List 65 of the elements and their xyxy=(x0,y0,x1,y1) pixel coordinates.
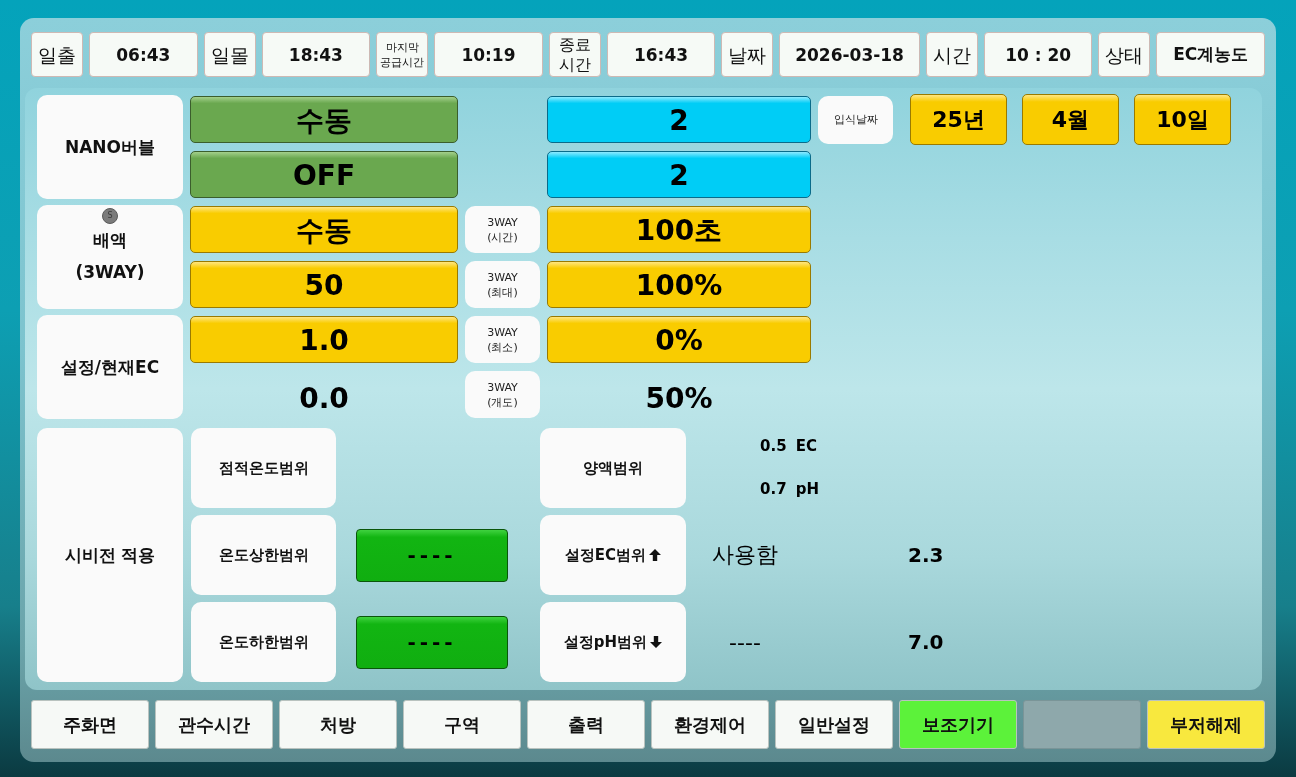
count-button[interactable]: 2 xyxy=(547,96,811,143)
date-button[interactable]: 4월 xyxy=(1022,94,1119,145)
setting-button[interactable]: 50 xyxy=(190,261,458,308)
reading-value: 0.0 xyxy=(299,381,349,416)
indicator-badge: S xyxy=(102,208,118,224)
row-label: 설정/현재EC xyxy=(37,315,183,419)
arrow-up-icon xyxy=(649,549,662,561)
setting-button[interactable]: 0% xyxy=(547,316,811,363)
range-label: 설정EC범위 xyxy=(564,545,647,565)
header-label: 시간 xyxy=(925,32,978,77)
range-label: 양액범위 xyxy=(540,428,686,508)
setting-button[interactable]: 100초 xyxy=(547,206,811,253)
reading-value: 50% xyxy=(645,381,713,416)
nav-button[interactable]: 부저해제 xyxy=(1147,700,1265,749)
tag-label: 3WAY (최대) xyxy=(465,261,540,308)
tag-label: 3WAY (시간) xyxy=(465,206,540,253)
mode-button[interactable]: 수동 xyxy=(190,96,458,143)
range-value-button[interactable]: ---- xyxy=(356,615,508,669)
header-value: 10:19 xyxy=(434,32,543,77)
nav-button[interactable]: 처방 xyxy=(279,700,397,749)
header-label: 상태 xyxy=(1098,32,1151,77)
tag-label: 3WAY (최소) xyxy=(465,316,540,363)
range-label: 설정pH범위 xyxy=(563,632,648,652)
date-button[interactable]: 10일 xyxy=(1134,94,1231,145)
header-value: 18:43 xyxy=(261,32,371,77)
tag-label: 3WAY (개도) xyxy=(465,371,540,418)
row-label: 배액 (3WAY) xyxy=(75,229,145,284)
setting-button[interactable]: 수동 xyxy=(190,206,458,253)
mode-button[interactable]: OFF xyxy=(190,151,458,198)
header-value: 2026-03-18 xyxy=(779,32,920,77)
header-value: 06:43 xyxy=(89,32,198,77)
nav-button[interactable]: 보조기기 xyxy=(899,700,1017,749)
header-label: 일몰 xyxy=(203,32,256,77)
header-label: 종료 시간 xyxy=(548,32,601,77)
date-button[interactable]: 25년 xyxy=(910,94,1007,145)
header-label: 일출 xyxy=(31,32,83,77)
nav-button[interactable]: 환경제어 xyxy=(651,700,769,749)
nav-button[interactable]: 관수시간 xyxy=(155,700,273,749)
header-value: 10 : 20 xyxy=(983,32,1093,77)
range-label: 온도상한범위 xyxy=(191,515,336,595)
nav-button[interactable]: 출력 xyxy=(527,700,645,749)
blank-nav-button[interactable] xyxy=(1023,700,1141,749)
row-label: NANO버블 xyxy=(37,95,183,199)
header-value: 16:43 xyxy=(606,32,716,77)
header-label: 날짜 xyxy=(721,32,774,77)
range-label: 온도하한범위 xyxy=(191,602,336,682)
range-value: 7.0 xyxy=(908,630,944,654)
range-status: 사용함 xyxy=(711,541,779,569)
header-label: 마지막 공급시간 xyxy=(376,32,429,77)
range-status: ---- xyxy=(728,629,762,655)
planting-date-label: 입식날짜 xyxy=(818,95,893,144)
row-label: 시비전 적용 xyxy=(37,428,183,682)
nav-button[interactable]: 일반설정 xyxy=(775,700,893,749)
range-value-button[interactable]: ---- xyxy=(356,528,508,582)
nav-button[interactable]: 주화면 xyxy=(31,700,149,749)
arrow-down-icon xyxy=(650,636,663,648)
header-value: EC계농도 xyxy=(1156,32,1265,77)
range-label: 점적온도범위 xyxy=(191,428,336,508)
range-reading: 0.5 EC xyxy=(760,437,819,456)
nav-button[interactable]: 구역 xyxy=(403,700,521,749)
setting-button[interactable]: 1.0 xyxy=(190,316,458,363)
range-value: 2.3 xyxy=(908,543,944,567)
count-button[interactable]: 2 xyxy=(547,151,811,198)
range-reading: 0.7 pH xyxy=(760,480,820,499)
setting-button[interactable]: 100% xyxy=(547,261,811,308)
